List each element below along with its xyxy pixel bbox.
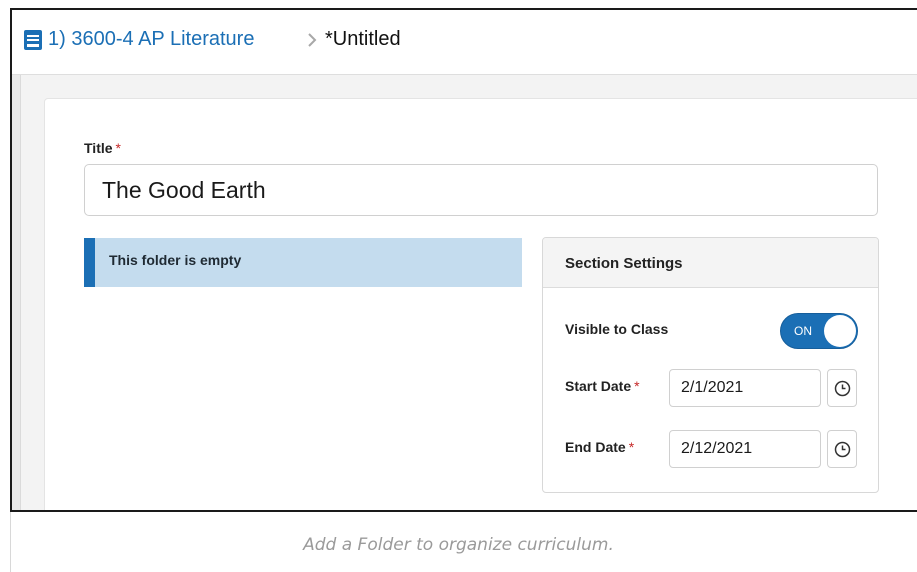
start-date-input[interactable]: 2/1/2021	[669, 369, 821, 407]
toggle-state-text: ON	[794, 324, 812, 338]
clock-icon	[834, 380, 851, 397]
title-label: Title *	[84, 140, 121, 156]
toggle-knob	[824, 315, 856, 347]
breadcrumb-current: *Untitled	[325, 28, 401, 50]
left-rail	[12, 75, 21, 510]
breadcrumb: 1) 3600-4 AP Literature *Untitled	[12, 10, 917, 75]
start-date-label: Start Date *	[565, 378, 640, 394]
section-settings-heading: Section Settings	[543, 238, 878, 288]
screenshot-frame: 1) 3600-4 AP Literature *Untitled Title *…	[10, 8, 917, 512]
start-date-picker-button[interactable]	[827, 369, 857, 407]
end-date-input[interactable]: 2/12/2021	[669, 430, 821, 468]
section-settings-panel: Section Settings Visible to Class ON Sta…	[542, 237, 879, 493]
clock-icon	[834, 441, 851, 458]
breadcrumb-parent-link[interactable]: 1) 3600-4 AP Literature	[48, 28, 254, 51]
chevron-right-icon	[308, 33, 317, 47]
book-icon	[24, 30, 42, 50]
title-input[interactable]: The Good Earth	[84, 164, 878, 216]
required-mark: *	[115, 140, 121, 156]
empty-folder-message: This folder is empty	[84, 238, 522, 287]
visible-to-class-label: Visible to Class	[565, 321, 669, 337]
visible-to-class-toggle[interactable]: ON	[780, 313, 858, 349]
figure-caption: Add a Folder to organize curriculum.	[303, 535, 614, 555]
end-date-label: End Date *	[565, 439, 635, 455]
end-date-picker-button[interactable]	[827, 430, 857, 468]
